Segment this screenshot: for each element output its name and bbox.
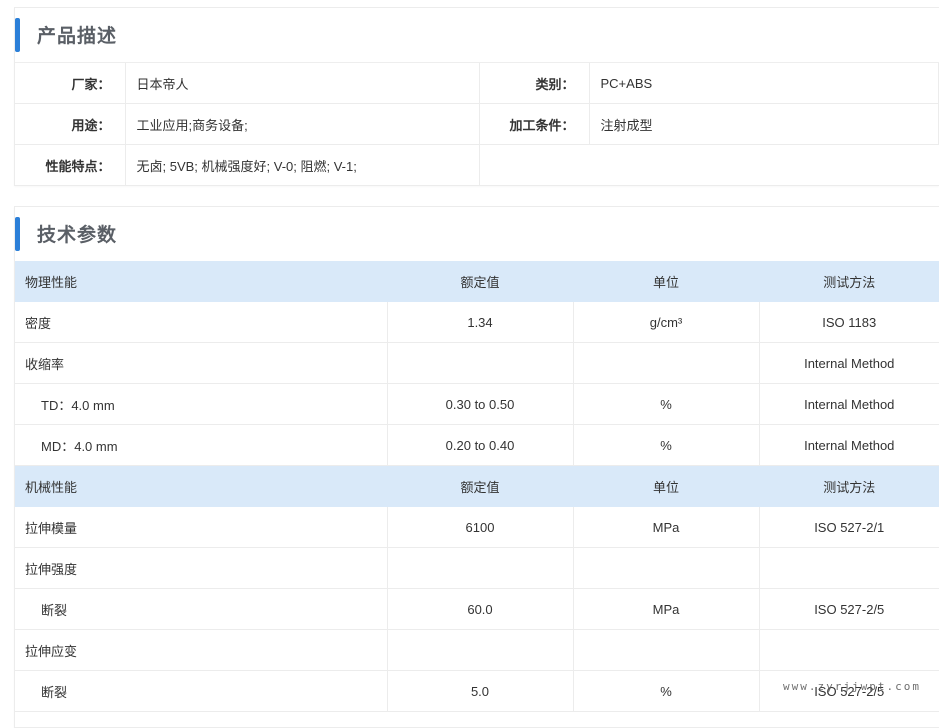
property-name-cell: 收缩率 [15, 342, 388, 384]
property-name-cell: 机械性能 [15, 465, 388, 507]
property-name-cell: 拉伸强度 [15, 547, 388, 589]
table-row: MD：4.0 mm 0.20 to 0.40% Internal Method [15, 424, 939, 466]
table-group-header-row: 机械性能 额定值 单位 测试方法 [15, 465, 939, 507]
test-method-cell: ISO 527-2/5 [759, 588, 939, 630]
unit-cell [573, 629, 760, 671]
rated-value-cell: 0.20 to 0.40 [387, 424, 574, 466]
test-method-cell [759, 547, 939, 589]
rated-value-cell: 额定值 [387, 261, 574, 302]
field-value: PC+ABS [589, 63, 939, 104]
unit-cell: % [573, 670, 760, 712]
rated-value-cell: 额定值 [387, 465, 574, 507]
table-row: TD：4.0 mm 0.30 to 0.50% Internal Method [15, 383, 939, 425]
test-method-cell: Internal Method [759, 383, 939, 425]
unit-cell: % [573, 383, 760, 425]
rated-value-cell: 0.30 to 0.50 [387, 383, 574, 425]
field-label: 用途： [15, 103, 126, 145]
section-title: 产品描述 [37, 26, 118, 47]
field-value: 日本帝人 [125, 63, 480, 104]
test-method-cell: ISO 527-2/1 [759, 506, 939, 548]
accent-bar [15, 217, 20, 251]
field-label: 加工条件： [479, 103, 590, 145]
description-row: 厂家： 日本帝人 类别： PC+ABS [15, 63, 939, 104]
test-method-cell: 测试方法 [759, 261, 939, 302]
tech-table-body: 物理性能 额定值 单位 测试方法 密度 1.34 g/cm³ ISO 1183 收缩率 Inter… [15, 261, 939, 712]
table-row: 密度 1.34 g/cm³ ISO 1183 [15, 301, 939, 343]
rated-value-cell [387, 629, 574, 671]
product-description-panel: 产品描述 厂家： 日本帝人 类别： PC+ABS 用途： 工业应用;商务设备; … [14, 7, 939, 186]
table-group-header-row: 物理性能 额定值 单位 测试方法 [15, 261, 939, 302]
unit-cell [573, 342, 760, 384]
section-header: 产品描述 [15, 8, 939, 63]
property-name-cell: 拉伸应变 [15, 629, 388, 671]
property-name-cell: 断裂 [15, 670, 388, 712]
rated-value-cell: 1.34 [387, 301, 574, 343]
field-value: 无卤; 5VB; 机械强度好; V-0; 阻燃; V-1; [125, 144, 480, 186]
table-row: 断裂 60.0 MPa ISO 527-2/5 [15, 588, 939, 630]
rated-value-cell: 60.0 [387, 588, 574, 630]
unit-cell: 单位 [573, 465, 760, 507]
rated-value-cell: 5.0 [387, 670, 574, 712]
field-label: 厂家： [15, 63, 126, 104]
field-value: 注射成型 [589, 103, 939, 145]
rated-value-cell [387, 342, 574, 384]
property-name-cell: 密度 [15, 301, 388, 343]
unit-cell: MPa [573, 588, 760, 630]
rated-value-cell: 6100 [387, 506, 574, 548]
test-method-cell [759, 629, 939, 671]
description-row: 性能特点： 无卤; 5VB; 机械强度好; V-0; 阻燃; V-1; [15, 144, 939, 186]
field-label: 类别： [479, 63, 590, 104]
field-label: 性能特点： [15, 144, 126, 186]
unit-cell [573, 547, 760, 589]
property-name-cell: TD：4.0 mm [15, 383, 388, 425]
field-value: 工业应用;商务设备; [125, 103, 480, 145]
table-row: 收缩率 Internal Method [15, 342, 939, 384]
description-row: 用途： 工业应用;商务设备; 加工条件： 注射成型 [15, 103, 939, 145]
property-name-cell: 拉伸模量 [15, 506, 388, 548]
unit-cell: % [573, 424, 760, 466]
technical-parameters-panel: 技术参数 物理性能 额定值 单位 测试方法 密度 1.34 g/cm³ ISO 1183 收缩率… [14, 206, 939, 728]
test-method-cell: 测试方法 [759, 465, 939, 507]
property-name-cell: MD：4.0 mm [15, 424, 388, 466]
watermark: www.zyrjjwpt.com [783, 680, 921, 693]
section-header: 技术参数 [15, 207, 939, 261]
section-title: 技术参数 [37, 225, 118, 246]
tech-table: 物理性能 额定值 单位 测试方法 密度 1.34 g/cm³ ISO 1183 收缩率 Inter… [15, 261, 939, 712]
property-name-cell: 物理性能 [15, 261, 388, 302]
test-method-cell: ISO 1183 [759, 301, 939, 343]
rated-value-cell [387, 547, 574, 589]
empty-cell [479, 145, 939, 186]
accent-bar [15, 18, 20, 52]
test-method-cell: Internal Method [759, 424, 939, 466]
property-name-cell: 断裂 [15, 588, 388, 630]
table-row: 拉伸强度 [15, 547, 939, 589]
unit-cell: MPa [573, 506, 760, 548]
test-method-cell: Internal Method [759, 342, 939, 384]
unit-cell: 单位 [573, 261, 760, 302]
table-row: 拉伸模量 6100 MPa ISO 527-2/1 [15, 506, 939, 548]
table-row: 拉伸应变 [15, 629, 939, 671]
description-table: 厂家： 日本帝人 类别： PC+ABS 用途： 工业应用;商务设备; 加工条件：… [15, 63, 939, 186]
unit-cell: g/cm³ [573, 301, 760, 343]
